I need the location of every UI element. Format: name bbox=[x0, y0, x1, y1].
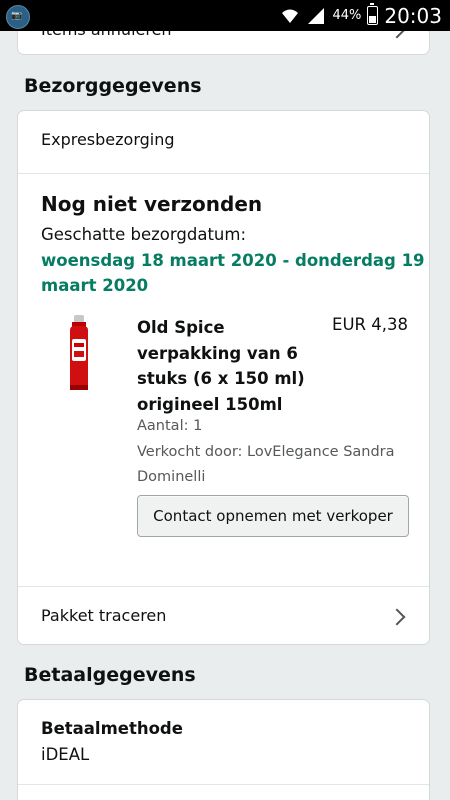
cancel-items-card[interactable]: Items annuleren bbox=[17, 31, 430, 55]
status-bar: 📷 44% 20:03 bbox=[0, 0, 450, 31]
product-title-line: stuks (6 x 150 ml) bbox=[137, 369, 305, 388]
contact-seller-button[interactable]: Contact opnemen met verkoper bbox=[137, 495, 409, 537]
app-notification-icon: 📷 bbox=[6, 5, 30, 29]
signal-icon bbox=[308, 7, 325, 24]
payment-card: Betaalmethode iDEAL bbox=[17, 699, 430, 800]
product-title-line: verpakking van 6 bbox=[137, 343, 298, 363]
product-price: EUR 4,38 bbox=[332, 315, 408, 334]
chevron-right-icon bbox=[388, 31, 406, 39]
status-indicators: 44% 20:03 bbox=[280, 0, 442, 31]
estimated-delivery-date-line2: maart 2020 bbox=[41, 276, 149, 295]
cancel-items-label: Items annuleren bbox=[41, 31, 172, 39]
seller-line1: Verkocht door: LovElegance Sandra bbox=[137, 444, 395, 460]
divider bbox=[18, 784, 429, 785]
product-title-line: Old Spice bbox=[137, 318, 225, 337]
product-quantity: Aantal: 1 bbox=[137, 418, 203, 434]
estimated-delivery-label: Geschatte bezorgdatum: bbox=[41, 225, 247, 244]
clock: 20:03 bbox=[384, 3, 442, 28]
payment-section-title: Betaalgegevens bbox=[24, 664, 196, 686]
track-package-row[interactable]: Pakket traceren bbox=[18, 587, 429, 645]
shipping-method: Expresbezorging bbox=[41, 130, 175, 149]
seller-line2: Dominelli bbox=[137, 469, 206, 485]
deodorant-can-icon bbox=[70, 315, 88, 390]
wifi-icon bbox=[282, 9, 299, 23]
product-title[interactable]: Old Spice verpakking van 6 stuks (6 x 15… bbox=[137, 315, 317, 417]
delivery-section-title: Bezorggegevens bbox=[24, 75, 202, 97]
payment-method-value: iDEAL bbox=[41, 745, 90, 764]
shipment-status-heading: Nog niet verzonden bbox=[41, 192, 263, 216]
product-title-line: origineel 150ml bbox=[137, 394, 283, 414]
estimated-delivery-date-line1: woensdag 18 maart 2020 - donderdag 19 bbox=[41, 251, 425, 270]
product-image[interactable] bbox=[65, 315, 95, 393]
page-content: Items annuleren Bezorggegevens Expresbez… bbox=[0, 31, 450, 800]
divider bbox=[18, 173, 429, 174]
battery-icon bbox=[367, 3, 379, 25]
battery-percentage: 44% bbox=[332, 8, 362, 23]
delivery-card: Expresbezorging Nog niet verzonden Gesch… bbox=[17, 110, 430, 645]
track-package-label: Pakket traceren bbox=[41, 606, 167, 625]
chevron-right-icon bbox=[388, 608, 406, 626]
payment-method-label: Betaalmethode bbox=[41, 719, 183, 738]
